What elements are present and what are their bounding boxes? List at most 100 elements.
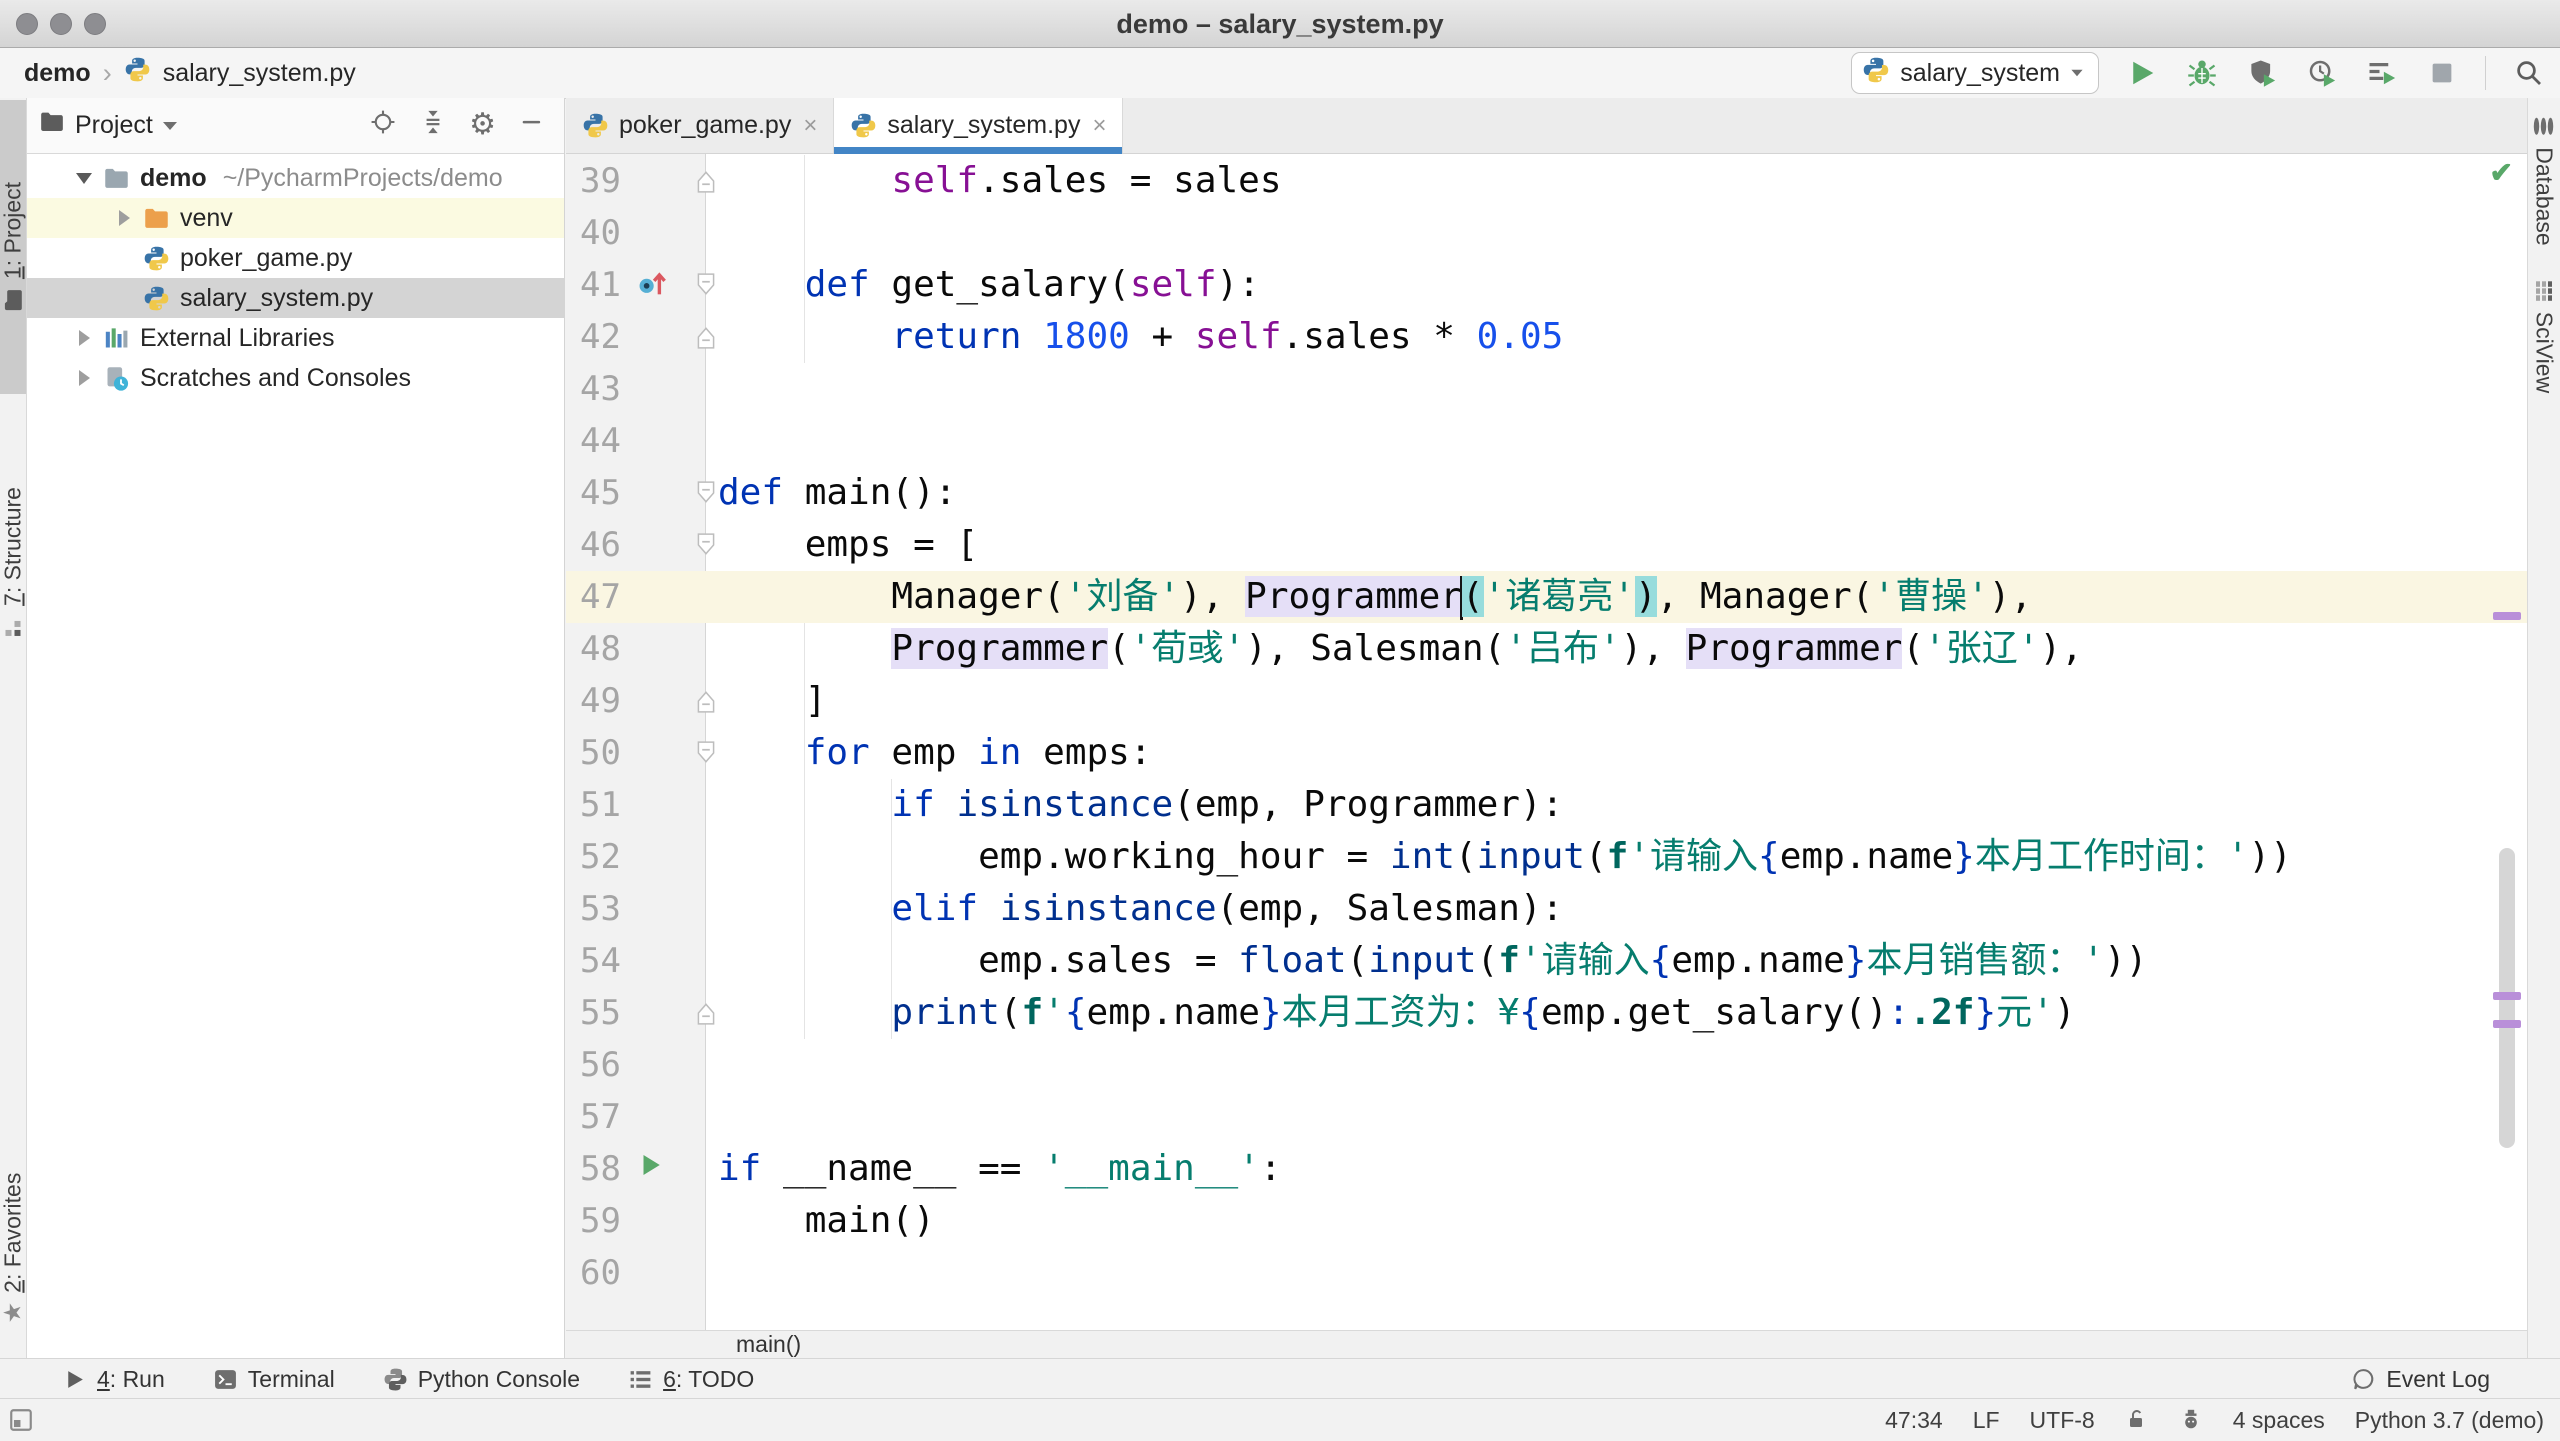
code-line-56[interactable]: 56 [566, 1039, 2527, 1091]
fold-marker-icon[interactable] [695, 272, 717, 303]
search-everywhere-button[interactable] [2512, 56, 2546, 90]
line-number[interactable]: 51 [580, 779, 621, 831]
expand-closed-icon[interactable] [113, 210, 135, 226]
tool-window-button-6-todo[interactable]: 6: TODO [628, 1366, 754, 1393]
line-number[interactable]: 42 [580, 311, 621, 363]
code-line-42[interactable]: 42 return 1800 + self.sales * 0.05 [566, 311, 2527, 363]
profile-button[interactable] [2305, 56, 2339, 90]
run-gutter-icon[interactable] [636, 1150, 666, 1185]
concurrency-diagram-button[interactable] [2365, 56, 2399, 90]
tool-window-button--favorites[interactable]: ★ 2: Favorites [0, 1148, 26, 1348]
expand-closed-icon[interactable] [73, 370, 95, 386]
code-line-50[interactable]: 50 for emp in emps: [566, 727, 2527, 779]
project-panel-title[interactable]: Project [75, 111, 153, 140]
tool-window-button--structure[interactable]: 7: Structure [0, 410, 26, 716]
line-number[interactable]: 59 [580, 1195, 621, 1247]
fold-marker-icon[interactable] [695, 168, 717, 199]
editor-breadcrumb-item[interactable]: main() [736, 1331, 801, 1358]
hide-panel-button[interactable] [518, 108, 546, 143]
line-number[interactable]: 46 [580, 519, 621, 571]
code-line-49[interactable]: 49 ] [566, 675, 2527, 727]
chevron-down-icon[interactable] [162, 121, 177, 130]
line-number[interactable]: 58 [580, 1143, 621, 1195]
tree-item-poker_game.py[interactable]: poker_game.py [27, 238, 564, 278]
tool-window-button-python-console[interactable]: Python Console [383, 1366, 580, 1393]
code-line-45[interactable]: 45 def main(): [566, 467, 2527, 519]
error-stripe-mark[interactable] [2493, 612, 2521, 620]
line-number[interactable]: 48 [580, 623, 621, 675]
editor-tab-salary_system.py[interactable]: salary_system.py × [834, 98, 1124, 154]
code-line-41[interactable]: 41 def get_salary(self): [566, 259, 2527, 311]
code-line-48[interactable]: 48 Programmer('荀彧'), Salesman('吕布'), Pro… [566, 623, 2527, 675]
fold-marker-icon[interactable] [695, 1000, 717, 1031]
tool-window-button-terminal[interactable]: Terminal [213, 1366, 335, 1393]
debug-button[interactable] [2185, 56, 2219, 90]
tool-window-button-event-log[interactable]: Event Log [2351, 1366, 2490, 1393]
code-line-57[interactable]: 57 [566, 1091, 2527, 1143]
code-line-47[interactable]: 47 Manager('刘备'), Programmer('诸葛亮'), Man… [566, 571, 2527, 623]
line-number[interactable]: 56 [580, 1039, 621, 1091]
line-number[interactable]: 45 [580, 467, 621, 519]
tool-window-button--project[interactable]: 1: Project [0, 100, 26, 394]
code-line-51[interactable]: 51 if isinstance(emp, Programmer): [566, 779, 2527, 831]
editor-tab-poker_game.py[interactable]: poker_game.py × [566, 98, 835, 153]
run-configuration-select[interactable]: salary_system [1851, 52, 2099, 94]
status-line-separator[interactable]: LF [1973, 1407, 2000, 1434]
tree-item-scratches-and-consoles[interactable]: Scratches and Consoles [27, 358, 564, 398]
breadcrumb-file[interactable]: salary_system.py [163, 59, 356, 88]
status-caret-position[interactable]: 47:34 [1885, 1407, 1943, 1434]
error-stripe-mark[interactable] [2493, 1020, 2521, 1028]
code-line-43[interactable]: 43 [566, 363, 2527, 415]
code-line-53[interactable]: 53 elif isinstance(emp, Salesman): [566, 883, 2527, 935]
status-highlighting-level[interactable] [2179, 1408, 2203, 1432]
breadcrumb-project[interactable]: demo [24, 59, 91, 88]
line-number[interactable]: 55 [580, 987, 621, 1039]
line-number[interactable]: 49 [580, 675, 621, 727]
locate-button[interactable] [369, 108, 397, 143]
tool-window-button-database[interactable]: Database [2528, 105, 2560, 255]
line-number[interactable]: 47 [580, 571, 621, 623]
fold-marker-icon[interactable] [695, 688, 717, 719]
line-number[interactable]: 53 [580, 883, 621, 935]
code-line-44[interactable]: 44 [566, 415, 2527, 467]
tree-item-demo[interactable]: demo ~/PycharmProjects/demo [27, 158, 564, 198]
code-line-60[interactable]: 60 [566, 1247, 2527, 1299]
line-number[interactable]: 52 [580, 831, 621, 883]
toggle-toolwindows-icon[interactable] [8, 1407, 34, 1438]
fold-marker-icon[interactable] [695, 324, 717, 355]
code-line-59[interactable]: 59 main() [566, 1195, 2527, 1247]
tab-close-icon[interactable]: × [1092, 112, 1106, 140]
run-button[interactable] [2125, 56, 2159, 90]
tree-item-venv[interactable]: venv [27, 198, 564, 238]
status-file-encoding[interactable]: UTF-8 [2030, 1407, 2095, 1434]
line-number[interactable]: 41 [580, 259, 621, 311]
settings-gear-button[interactable]: ⚙ [469, 110, 496, 141]
line-number[interactable]: 44 [580, 415, 621, 467]
status-indent-style[interactable]: 4 spaces [2233, 1407, 2325, 1434]
error-stripe-mark[interactable] [2493, 992, 2521, 1000]
line-number[interactable]: 39 [580, 155, 621, 207]
code-line-40[interactable]: 40 [566, 207, 2527, 259]
expand-closed-icon[interactable] [73, 330, 95, 346]
code-line-58[interactable]: 58 if __name__ == '__main__': [566, 1143, 2527, 1195]
editor-surface[interactable]: 39 self.sales = sales 40 41 def get_salary… [566, 154, 2527, 1330]
run-with-coverage-button[interactable] [2245, 56, 2279, 90]
tree-item-external-libraries[interactable]: External Libraries [27, 318, 564, 358]
tool-window-button-4-run[interactable]: 4: Run [62, 1366, 165, 1393]
fold-marker-icon[interactable] [695, 480, 717, 511]
tool-window-button-sciview[interactable]: SciView [2528, 270, 2560, 402]
line-number[interactable]: 40 [580, 207, 621, 259]
inspections-ok-checkmark-icon[interactable]: ✔ [2490, 156, 2513, 189]
fold-marker-icon[interactable] [695, 740, 717, 771]
code-line-52[interactable]: 52 emp.working_hour = int(input(f'请输入{em… [566, 831, 2527, 883]
line-number[interactable]: 60 [580, 1247, 621, 1299]
tab-close-icon[interactable]: × [803, 112, 817, 140]
collapse-all-button[interactable] [419, 108, 447, 143]
status-readonly-toggle[interactable] [2125, 1408, 2149, 1432]
code-line-54[interactable]: 54 emp.sales = float(input(f'请输入{emp.nam… [566, 935, 2527, 987]
status-interpreter[interactable]: Python 3.7 (demo) [2355, 1407, 2544, 1434]
stop-button[interactable] [2425, 56, 2459, 90]
line-number[interactable]: 43 [580, 363, 621, 415]
code-line-55[interactable]: 55 print(f'{emp.name}本月工资为：¥{emp.get_sal… [566, 987, 2527, 1039]
tree-item-salary_system.py[interactable]: salary_system.py [27, 278, 564, 318]
